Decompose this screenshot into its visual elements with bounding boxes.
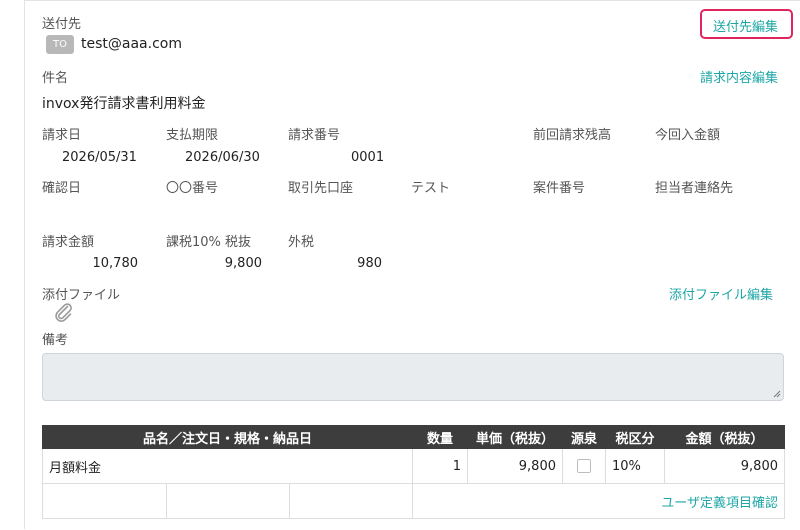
attachment-label: 添付ファイル xyxy=(42,288,121,303)
recipient-label: 送付先 xyxy=(42,17,82,32)
subject-label: 件名 xyxy=(42,71,69,86)
total-amount-value: 10,780 xyxy=(92,256,139,271)
item-tax-class: 10% xyxy=(605,448,665,484)
custom-field-cell xyxy=(290,484,412,518)
project-number-label: 案件番号 xyxy=(533,181,586,196)
due-date-value: 2026/06/30 xyxy=(185,150,260,165)
to-badge: TO xyxy=(46,35,74,54)
item-withholding-cell xyxy=(562,448,606,484)
edit-attachment-link[interactable]: 添付ファイル編集 xyxy=(669,284,773,303)
oo-number-label: 〇〇番号 xyxy=(166,181,219,196)
custom-fields-row: ユーザ定義項目確認 xyxy=(42,483,785,519)
notes-label: 備考 xyxy=(42,333,69,348)
invoice-date-label: 請求日 xyxy=(42,128,82,143)
custom-fields-cell-group xyxy=(42,483,413,519)
contact-label: 担当者連絡先 xyxy=(655,181,734,196)
edit-recipient-link[interactable]: 送付先編集 xyxy=(713,16,778,35)
invoice-date-value: 2026/05/31 xyxy=(62,150,137,165)
resize-handle-icon[interactable] xyxy=(773,390,781,398)
col-header-tax-class: 税区分 xyxy=(605,425,665,449)
previous-balance-label: 前回請求残高 xyxy=(533,128,612,143)
subject-value: invox発行請求書利用料金 xyxy=(42,96,206,112)
total-amount-label: 請求金額 xyxy=(42,235,95,250)
invoice-number-value: 0001 xyxy=(351,150,385,165)
paperclip-icon[interactable] xyxy=(53,302,75,322)
item-amount: 9,800 xyxy=(664,448,785,484)
col-header-withholding: 源泉 xyxy=(562,425,606,449)
this-payment-label: 今回入金額 xyxy=(655,128,721,143)
table-row: 月額料金 1 9,800 10% 9,800 xyxy=(42,448,785,484)
col-header-unit-price: 単価（税抜） xyxy=(467,425,563,449)
custom-field-cell xyxy=(43,484,167,518)
tax-value: 980 xyxy=(357,256,382,271)
account-label: 取引先口座 xyxy=(288,181,354,196)
items-table: 品名／注文日・規格・納品日 数量 単価（税抜） 源泉 税区分 金額（税抜） 月額… xyxy=(42,425,785,519)
col-header-quantity: 数量 xyxy=(412,425,468,449)
custom-field-cell xyxy=(167,484,290,518)
item-name: 月額料金 xyxy=(42,448,413,484)
edit-invoice-content-link[interactable]: 請求内容編集 xyxy=(700,67,778,86)
test-label: テスト xyxy=(411,181,451,196)
recipient-email: test@aaa.com xyxy=(81,36,182,52)
taxable-value: 9,800 xyxy=(224,256,262,271)
col-header-amount: 金額（税抜） xyxy=(664,425,785,449)
item-unit-price: 9,800 xyxy=(467,448,563,484)
item-quantity: 1 xyxy=(412,448,468,484)
withholding-checkbox[interactable] xyxy=(577,459,591,473)
taxable-label: 課税10% 税抜 xyxy=(166,235,252,250)
items-header-row: 品名／注文日・規格・納品日 数量 単価（税抜） 源泉 税区分 金額（税抜） xyxy=(42,425,785,449)
due-date-label: 支払期限 xyxy=(166,128,219,143)
col-header-item: 品名／注文日・規格・納品日 xyxy=(42,425,413,449)
confirm-date-label: 確認日 xyxy=(42,181,82,196)
tax-label: 外税 xyxy=(288,235,315,250)
user-defined-fields-link[interactable]: ユーザ定義項目確認 xyxy=(412,483,785,519)
notes-textarea[interactable] xyxy=(42,353,784,401)
invoice-number-label: 請求番号 xyxy=(288,128,341,143)
